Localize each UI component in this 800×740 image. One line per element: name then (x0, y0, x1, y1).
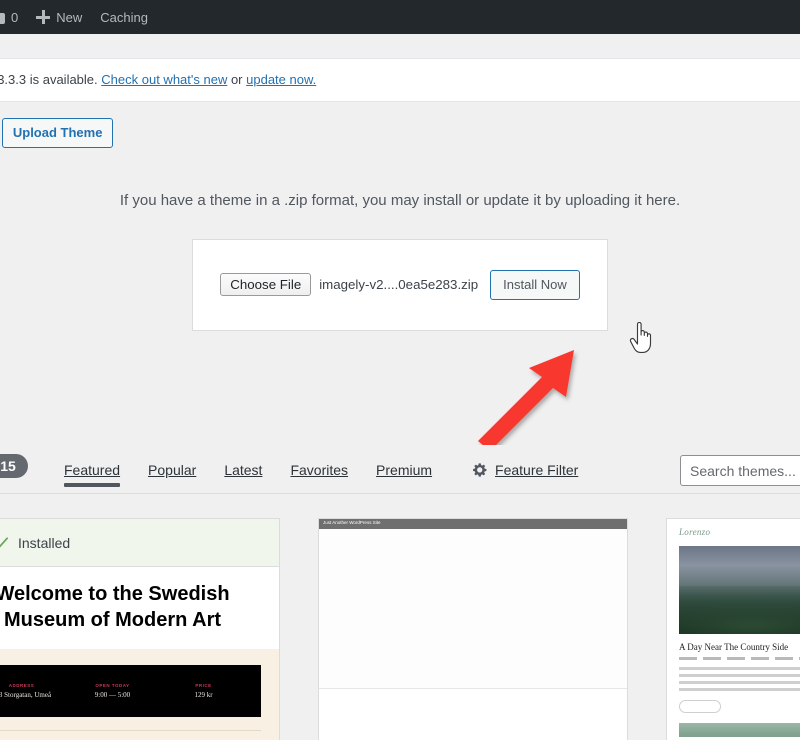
info-col: OPEN TODAY 9:00 — 5:00 (67, 683, 158, 699)
admin-bar-caching[interactable]: Caching (91, 0, 157, 34)
install-now-button[interactable]: Install Now (490, 269, 580, 300)
theme-screenshot-photo (679, 546, 800, 634)
theme-grid: Installed Welcome to the Swedish Museum … (0, 518, 800, 740)
upload-instructions: If you have a theme in a .zip format, yo… (119, 192, 681, 209)
theme-screenshot-post-title: A Day Near The Country Side (679, 642, 789, 652)
tab-premium[interactable]: Premium (362, 446, 446, 494)
file-input-row[interactable]: Choose File imagely-v2....0ea5e283.zip (220, 273, 478, 296)
theme-screenshot-next-photo (679, 723, 800, 737)
info-col: PRICE 129 kr (158, 683, 249, 699)
notice-update-now-link[interactable]: update now. (246, 72, 316, 87)
choose-file-button[interactable]: Choose File (220, 273, 312, 296)
notice-text-middle: or (230, 72, 243, 87)
theme-card[interactable]: Installed Welcome to the Swedish Museum … (0, 518, 280, 740)
check-icon (0, 537, 8, 548)
theme-upload-section: If you have a theme in a .zip format, yo… (0, 190, 800, 331)
info-kicker: OPEN TODAY (95, 683, 130, 688)
admin-bar-comments[interactable]: 0 (0, 0, 27, 34)
text-line (679, 688, 800, 691)
theme-screenshot-post-meta (679, 657, 800, 660)
theme-status-label: Installed (18, 534, 71, 551)
tab-latest[interactable]: Latest (210, 446, 276, 494)
tab-favorites[interactable]: Favorites (276, 446, 362, 494)
theme-screenshot: Lorenzo A Day Near The Country Side (667, 519, 800, 737)
gear-icon (473, 463, 487, 477)
theme-screenshot-body: ADDRESS 123 Storgatan, Umeå OPEN TODAY 9… (0, 649, 279, 740)
admin-bar-new[interactable]: New (27, 0, 91, 34)
info-value: 9:00 — 5:00 (94, 691, 131, 699)
plus-icon (36, 10, 51, 24)
update-notice: enesis 3.3.3 is available. Check out wha… (0, 58, 800, 102)
info-col: ADDRESS 123 Storgatan, Umeå (0, 683, 67, 699)
theme-screenshot-titlebar-text: Just Another WordPress Site (323, 520, 381, 525)
search-themes-input[interactable] (680, 455, 800, 486)
theme-card[interactable]: Lorenzo A Day Near The Country Side (666, 518, 800, 740)
selected-file-name: imagely-v2....0ea5e283.zip (319, 277, 479, 292)
theme-screenshot-title: Welcome to the Swedish Museum of Modern … (0, 567, 279, 649)
theme-screenshot: Welcome to the Swedish Museum of Modern … (0, 567, 279, 740)
theme-screenshot-logo: Lorenzo (679, 527, 711, 537)
theme-screenshot-title-line1: Welcome to the Swedish (0, 583, 230, 605)
theme-screenshot-titlebar: Just Another WordPress Site (319, 519, 627, 529)
text-line (679, 667, 800, 670)
admin-bar: 0 New Caching (0, 0, 800, 34)
theme-card[interactable]: Just Another WordPress Site (318, 518, 628, 740)
tab-popular[interactable]: Popular (134, 446, 210, 494)
admin-bar-new-label: New (56, 9, 83, 25)
divider (0, 730, 261, 731)
text-line (679, 681, 800, 684)
info-value: 123 Storgatan, Umeå (0, 691, 52, 699)
admin-bar-caching-label: Caching (100, 9, 148, 25)
tab-featured[interactable]: Featured (50, 446, 134, 494)
theme-installed-bar: Installed (0, 519, 279, 567)
theme-screenshot-read-more (679, 700, 721, 713)
theme-screenshot-info-panel: ADDRESS 123 Storgatan, Umeå OPEN TODAY 9… (0, 665, 261, 717)
upload-box: Choose File imagely-v2....0ea5e283.zip I… (192, 238, 608, 331)
theme-screenshot-title-line2: Museum of Modern Art (3, 609, 222, 631)
info-kicker: PRICE (195, 683, 212, 688)
comment-count: 0 (11, 9, 19, 25)
notice-text-before: enesis 3.3.3 is available. (0, 72, 98, 87)
info-kicker: ADDRESS (8, 683, 35, 688)
theme-screenshot (319, 529, 627, 689)
upload-theme-button[interactable]: Upload Theme (1, 118, 114, 148)
wordpress-add-themes-screen: 0 New Caching enesis 3.3.3 is available.… (0, 0, 800, 740)
feature-filter-button[interactable]: Feature Filter (458, 446, 592, 494)
theme-filter-tabs: Featured Popular Latest Favorites Premiu… (50, 446, 592, 494)
theme-screenshot-excerpt (679, 667, 800, 691)
feature-filter-label: Feature Filter (495, 462, 579, 478)
info-value: 129 kr (194, 691, 213, 699)
page-header: d Themes Upload Theme (0, 118, 114, 148)
theme-filter-bar: 15 Featured Popular Latest Favorites Pre… (0, 446, 800, 494)
comment-bubble-icon (0, 12, 5, 24)
red-arrow-annotation (478, 350, 574, 445)
notice-whats-new-link[interactable]: Check out what's new (101, 72, 227, 87)
theme-count-badge: 15 (0, 454, 28, 478)
text-line (679, 674, 800, 677)
